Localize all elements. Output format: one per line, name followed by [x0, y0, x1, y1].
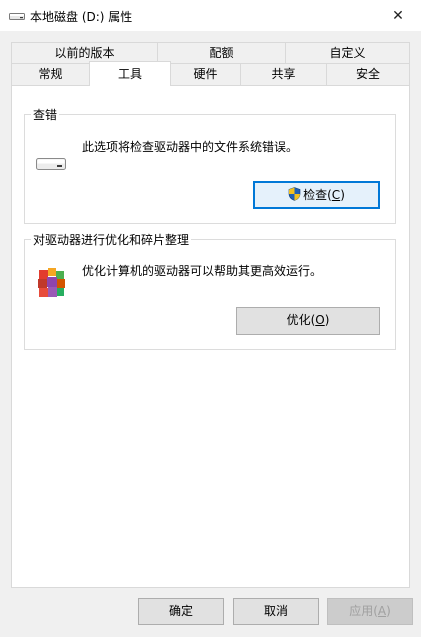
window-title: 本地磁盘 (D:) 属性 [30, 10, 133, 24]
tab-hardware[interactable]: 硬件 [170, 63, 241, 86]
tab-general[interactable]: 常规 [11, 63, 90, 86]
close-button[interactable]: ✕ [375, 0, 421, 31]
uac-shield-icon [288, 185, 301, 209]
tab-security[interactable]: 安全 [326, 63, 410, 86]
ok-button-label: 确定 [168, 604, 193, 618]
optimize-button-label: 优化( [286, 313, 316, 327]
tab-label: 常规 [38, 67, 63, 81]
tab-label: 自定义 [329, 46, 366, 60]
apply-button-accesskey: A [377, 604, 387, 618]
tab-sharing[interactable]: 共享 [240, 63, 327, 86]
apply-button[interactable]: 应用(A) [327, 598, 413, 625]
drive-icon [9, 10, 25, 20]
error-checking-description: 此选项将检查驱动器中的文件系统错误。 [82, 140, 299, 154]
check-button-label: 检查( [303, 188, 332, 202]
title-bar: 本地磁盘 (D:) 属性 ✕ [0, 0, 421, 31]
optimize-button-label-end: ) [324, 313, 330, 327]
drive-icon [36, 155, 66, 174]
check-button-accesskey: C [331, 188, 341, 202]
apply-button-label-end: ) [386, 604, 391, 618]
tab-label: 工具 [117, 67, 142, 81]
cancel-button-label: 取消 [263, 604, 288, 618]
optimize-group: 对驱动器进行优化和碎片整理 优化计算机的驱动器可以帮助其更高效运行。 优化(O) [24, 231, 396, 350]
tab-tools[interactable]: 工具 [89, 61, 171, 86]
optimize-button[interactable]: 优化(O) [236, 307, 380, 335]
tab-label: 安全 [355, 67, 380, 81]
defrag-icon [36, 264, 68, 303]
tab-quota[interactable]: 配额 [157, 42, 286, 63]
tab-label: 硬件 [193, 67, 218, 81]
check-button-label-end: ) [340, 188, 345, 202]
check-button[interactable]: 检查(C) [253, 181, 380, 209]
tab-label: 共享 [271, 67, 296, 81]
apply-button-label: 应用( [349, 604, 378, 618]
error-checking-group: 查错 此选项将检查驱动器中的文件系统错误。 检查(C) [24, 106, 396, 224]
ok-button[interactable]: 确定 [138, 598, 224, 625]
optimize-button-accesskey: O [315, 313, 325, 327]
cancel-button[interactable]: 取消 [233, 598, 319, 625]
group-title: 对驱动器进行优化和碎片整理 [31, 231, 192, 248]
close-icon: ✕ [392, 7, 404, 24]
group-title: 查错 [31, 106, 60, 123]
tab-customize[interactable]: 自定义 [285, 42, 410, 63]
tab-panel-tools: 查错 此选项将检查驱动器中的文件系统错误。 检查(C) 对驱动器进行优化和碎片整… [11, 85, 410, 588]
tab-label: 以前的版本 [54, 46, 115, 60]
tab-previous-versions[interactable]: 以前的版本 [11, 42, 158, 63]
optimize-description: 优化计算机的驱动器可以帮助其更高效运行。 [82, 264, 323, 278]
tab-label: 配额 [209, 46, 234, 60]
